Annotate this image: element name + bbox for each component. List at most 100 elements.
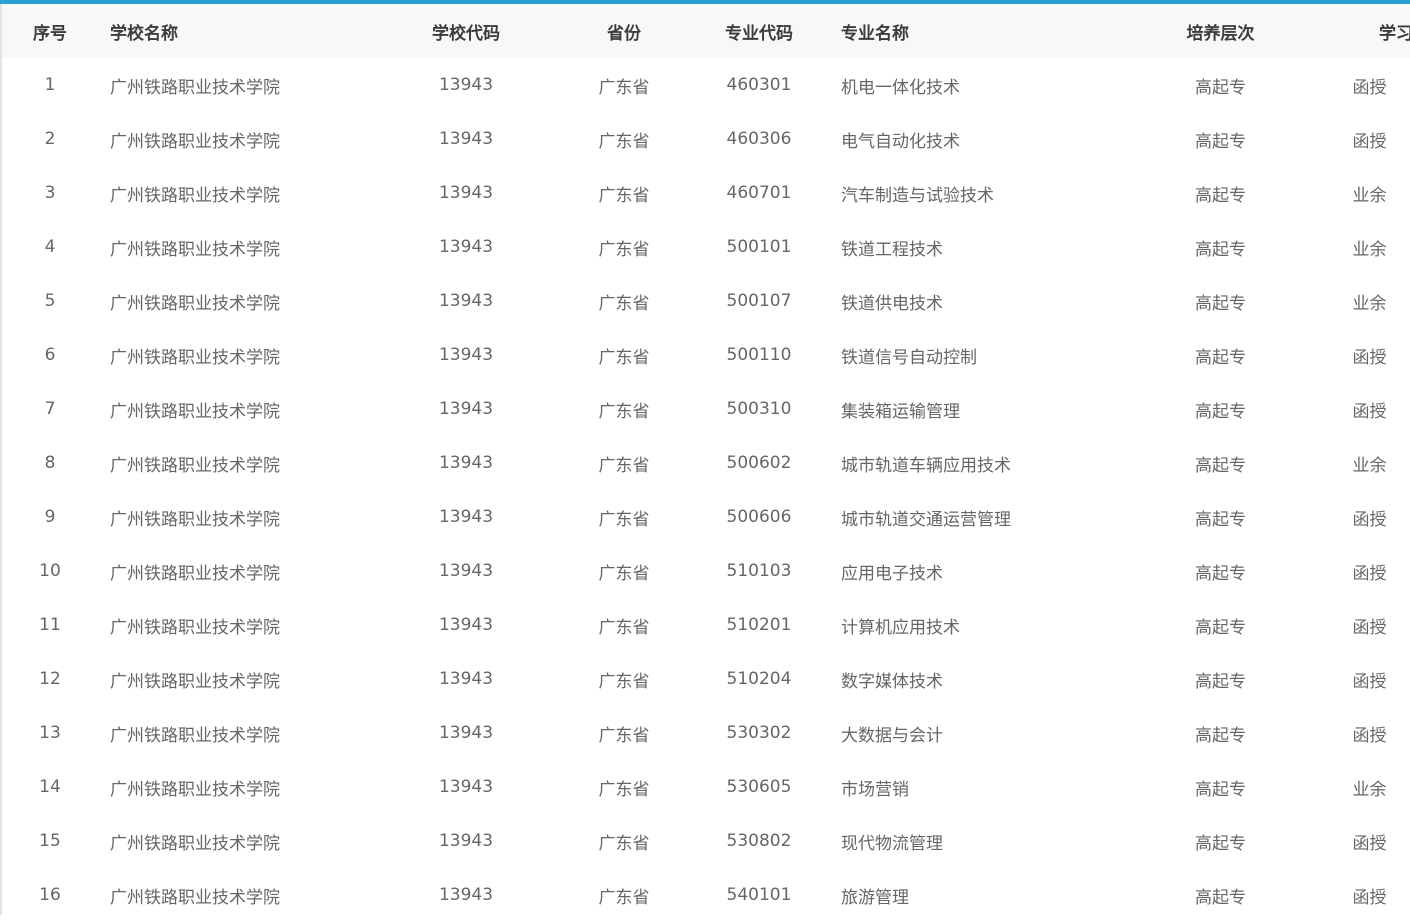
cell-province: 广东省 — [598, 779, 650, 800]
cell-province: 广东省 — [598, 617, 650, 638]
cell-level: 高起专 — [1195, 347, 1246, 368]
cell-study-form: 函授 — [1352, 617, 1387, 638]
cell-school-code: 13943 — [438, 453, 494, 473]
cell-school-name: 广州铁路职业技术学院 — [110, 833, 280, 854]
cell-level: 高起专 — [1195, 725, 1246, 746]
cell-major-name: 现代物流管理 — [841, 833, 943, 854]
cell-index: 11 — [39, 615, 61, 635]
table-row: 13 广州铁路职业技术学院 13943 广东省 530302 大数据与会计 高起专 函授 — [0, 706, 1410, 760]
cell-school-code: 13943 — [438, 561, 494, 581]
cell-province: 广东省 — [598, 563, 650, 584]
cell-school-name: 广州铁路职业技术学院 — [110, 239, 280, 260]
cell-level: 高起专 — [1195, 671, 1246, 692]
cell-school-code: 13943 — [438, 669, 494, 689]
cell-major-code: 500110 — [726, 345, 792, 365]
cell-school-name: 广州铁路职业技术学院 — [110, 779, 280, 800]
table-row: 2 广州铁路职业技术学院 13943 广东省 460306 电气自动化技术 高起专 函授 — [0, 112, 1410, 166]
header-row: 序号 学校名称 学校代码 省份 专业代码 专业名称 培养层次 学习形式 — [0, 4, 1410, 58]
cell-major-name: 铁道供电技术 — [841, 293, 943, 314]
cell-major-code: 540101 — [726, 885, 792, 905]
cell-study-form: 函授 — [1352, 671, 1387, 692]
cell-major-name: 集装箱运输管理 — [841, 401, 960, 422]
cell-study-form: 函授 — [1352, 563, 1387, 584]
cell-school-name: 广州铁路职业技术学院 — [110, 185, 280, 206]
cell-major-code: 530302 — [726, 723, 792, 743]
header-major-name: 专业名称 — [841, 23, 909, 44]
header-school-name: 学校名称 — [110, 23, 178, 44]
cell-school-name: 广州铁路职业技术学院 — [110, 77, 280, 98]
cell-school-name: 广州铁路职业技术学院 — [110, 455, 280, 476]
cell-index: 13 — [39, 723, 61, 743]
cell-index: 4 — [44, 237, 56, 257]
cell-major-code: 500310 — [726, 399, 792, 419]
cell-school-name: 广州铁路职业技术学院 — [110, 293, 280, 314]
cell-study-form: 业余 — [1352, 239, 1387, 260]
cell-level: 高起专 — [1195, 239, 1246, 260]
cell-school-code: 13943 — [438, 885, 494, 905]
cell-level: 高起专 — [1195, 77, 1246, 98]
majors-table-container: 序号 学校名称 学校代码 省份 专业代码 专业名称 培养层次 学习形式 1 广州铁… — [0, 0, 1410, 915]
table-row: 14 广州铁路职业技术学院 13943 广东省 530605 市场营销 高起专 业余 — [0, 760, 1410, 814]
majors-table: 序号 学校名称 学校代码 省份 专业代码 专业名称 培养层次 学习形式 1 广州铁… — [0, 4, 1410, 922]
cell-study-form: 函授 — [1352, 347, 1387, 368]
cell-school-code: 13943 — [438, 615, 494, 635]
cell-major-code: 530605 — [726, 777, 792, 797]
table-row: 5 广州铁路职业技术学院 13943 广东省 500107 铁道供电技术 高起专 业余 — [0, 274, 1410, 328]
cell-province: 广东省 — [598, 671, 650, 692]
cell-level: 高起专 — [1195, 455, 1246, 476]
cell-index: 7 — [44, 399, 56, 419]
table-row: 6 广州铁路职业技术学院 13943 广东省 500110 铁道信号自动控制 高起专 函授 — [0, 328, 1410, 382]
table-row: 8 广州铁路职业技术学院 13943 广东省 500602 城市轨道车辆应用技术 高起专 业余 — [0, 436, 1410, 490]
cell-major-code: 510204 — [726, 669, 792, 689]
cell-study-form: 函授 — [1352, 131, 1387, 152]
cell-province: 广东省 — [598, 725, 650, 746]
table-row: 7 广州铁路职业技术学院 13943 广东省 500310 集装箱运输管理 高起专 函授 — [0, 382, 1410, 436]
cell-major-code: 460301 — [726, 75, 792, 95]
cell-school-name: 广州铁路职业技术学院 — [110, 347, 280, 368]
cell-school-name: 广州铁路职业技术学院 — [110, 617, 280, 638]
cell-study-form: 函授 — [1352, 887, 1387, 908]
cell-school-name: 广州铁路职业技术学院 — [110, 131, 280, 152]
cell-school-code: 13943 — [438, 291, 494, 311]
cell-index: 12 — [39, 669, 61, 689]
cell-study-form: 函授 — [1352, 509, 1387, 530]
table-header: 序号 学校名称 学校代码 省份 专业代码 专业名称 培养层次 学习形式 — [0, 4, 1410, 58]
cell-index: 9 — [44, 507, 56, 527]
cell-major-name: 市场营销 — [841, 779, 909, 800]
cell-level: 高起专 — [1195, 563, 1246, 584]
header-index: 序号 — [33, 23, 67, 44]
cell-major-code: 500602 — [726, 453, 792, 473]
left-border — [0, 4, 2, 915]
cell-school-code: 13943 — [438, 183, 494, 203]
cell-index: 1 — [44, 75, 56, 95]
table-row: 12 广州铁路职业技术学院 13943 广东省 510204 数字媒体技术 高起专 函授 — [0, 652, 1410, 706]
cell-level: 高起专 — [1195, 131, 1246, 152]
cell-index: 5 — [44, 291, 56, 311]
header-school-code: 学校代码 — [432, 23, 500, 44]
table-row: 11 广州铁路职业技术学院 13943 广东省 510201 计算机应用技术 高起专 函授 — [0, 598, 1410, 652]
cell-province: 广东省 — [598, 887, 650, 908]
cell-major-name: 城市轨道车辆应用技术 — [841, 455, 1011, 476]
table-row: 16 广州铁路职业技术学院 13943 广东省 540101 旅游管理 高起专 函授 — [0, 868, 1410, 922]
cell-study-form: 业余 — [1352, 455, 1387, 476]
cell-province: 广东省 — [598, 77, 650, 98]
cell-level: 高起专 — [1195, 779, 1246, 800]
cell-study-form: 业余 — [1352, 779, 1387, 800]
cell-study-form: 函授 — [1352, 833, 1387, 854]
cell-major-code: 460306 — [726, 129, 792, 149]
cell-study-form: 函授 — [1352, 725, 1387, 746]
cell-province: 广东省 — [598, 239, 650, 260]
cell-major-name: 铁道信号自动控制 — [841, 347, 977, 368]
cell-index: 14 — [39, 777, 61, 797]
cell-province: 广东省 — [598, 833, 650, 854]
cell-province: 广东省 — [598, 455, 650, 476]
cell-school-code: 13943 — [438, 75, 494, 95]
cell-province: 广东省 — [598, 509, 650, 530]
cell-province: 广东省 — [598, 401, 650, 422]
header-major-code: 专业代码 — [725, 23, 793, 44]
cell-school-name: 广州铁路职业技术学院 — [110, 509, 280, 530]
cell-school-name: 广州铁路职业技术学院 — [110, 887, 280, 908]
cell-province: 广东省 — [598, 293, 650, 314]
cell-level: 高起专 — [1195, 185, 1246, 206]
header-study-form: 学习形式 — [1379, 23, 1410, 44]
